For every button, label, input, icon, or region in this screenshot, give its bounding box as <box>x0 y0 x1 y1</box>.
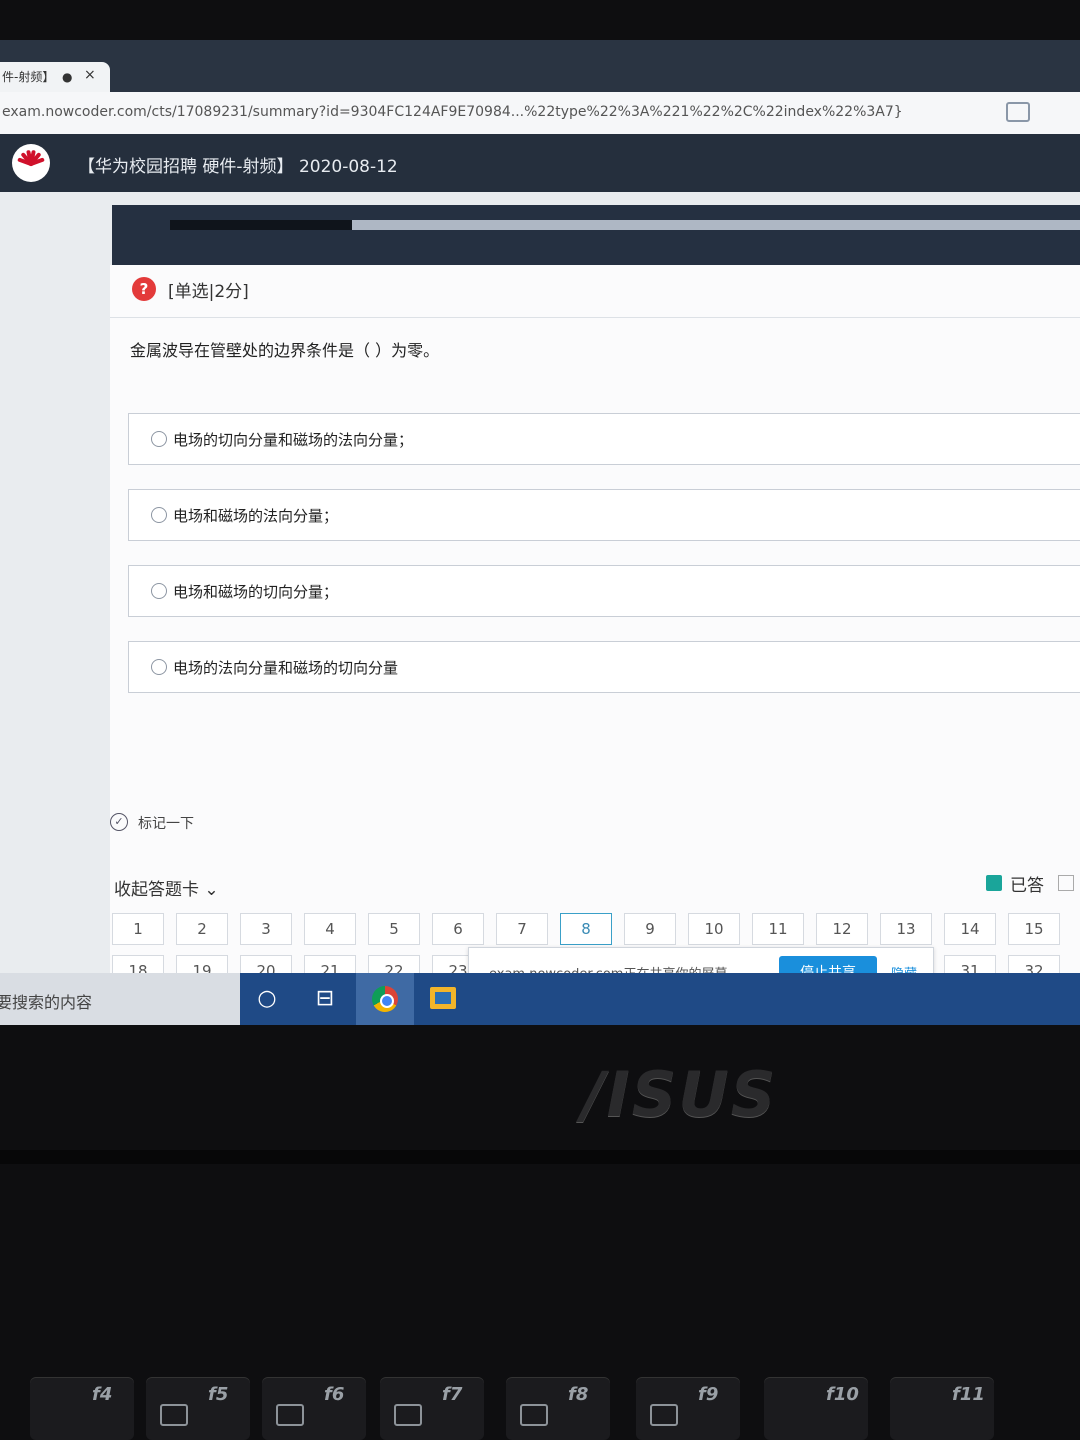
exam-header: 【华为校园招聘 硬件-射频】 2020-08-12 <box>0 134 1080 192</box>
exam-progress-fill <box>170 220 352 230</box>
browser-tab[interactable]: 件-射频】 ● × <box>0 62 110 92</box>
question-card: ? [单选|2分] 金属波导在管壁处的边界条件是（ ）为零。 电场的切向分量和磁… <box>110 265 1080 1025</box>
question-number-cell-12[interactable]: 12 <box>816 913 868 945</box>
task-view-icon[interactable]: ⊟ <box>296 973 354 1025</box>
question-number-cell-14[interactable]: 14 <box>944 913 996 945</box>
huawei-logo <box>12 144 50 182</box>
chrome-taskbar-button[interactable] <box>356 973 414 1025</box>
laptop-hinge <box>0 1150 1080 1164</box>
key-f5[interactable]: f5 <box>146 1378 250 1440</box>
exam-banner <box>112 205 1080 265</box>
option-c[interactable]: 电场和磁场的切向分量； <box>128 565 1080 617</box>
question-number-cell-11[interactable]: 11 <box>752 913 804 945</box>
question-number-cell-4[interactable]: 4 <box>304 913 356 945</box>
radio-icon[interactable] <box>151 583 167 599</box>
collapse-label: 收起答题卡 <box>114 880 199 900</box>
check-circle-icon: ✓ <box>110 813 128 831</box>
file-explorer-icon <box>430 987 456 1009</box>
option-label: 电场的法向分量和磁场的切向分量 <box>173 659 399 677</box>
collapse-answer-card-button[interactable]: 收起答题卡 ⌄ <box>114 875 219 900</box>
option-d[interactable]: 电场的法向分量和磁场的切向分量 <box>128 641 1080 693</box>
key-f6[interactable]: f6 <box>262 1378 366 1440</box>
unanswered-legend-swatch <box>1058 875 1074 891</box>
key-f7[interactable]: f7 <box>380 1378 484 1440</box>
question-number-cell-3[interactable]: 3 <box>240 913 292 945</box>
question-text: 金属波导在管壁处的边界条件是（ ）为零。 <box>130 341 440 360</box>
address-bar[interactable]: exam.nowcoder.com/cts/17089231/summary?i… <box>0 92 1080 135</box>
question-number-cell-10[interactable]: 10 <box>688 913 740 945</box>
brightness-down-icon <box>160 1404 188 1426</box>
chrome-icon <box>372 986 398 1012</box>
question-number-cell-7[interactable]: 7 <box>496 913 548 945</box>
key-f9[interactable]: f9 <box>636 1378 740 1440</box>
tab-title: 件-射频】 <box>2 70 55 84</box>
exam-progress-bar <box>170 220 1080 230</box>
display-off-icon <box>394 1404 422 1426</box>
question-number-cell-6[interactable]: 6 <box>432 913 484 945</box>
keyboard: f4 f5 f6 f7 f8 f9 f10 f11 <box>0 1360 1080 1440</box>
browser-tab-bar: 件-射频】 ● × <box>0 40 1080 92</box>
option-label: 电场的切向分量和磁场的法向分量； <box>173 431 414 449</box>
question-number-cell-13[interactable]: 13 <box>880 913 932 945</box>
projector-icon <box>520 1404 548 1426</box>
option-label: 电场和磁场的切向分量； <box>173 583 339 601</box>
divider <box>110 317 1080 318</box>
page-title: 【华为校园招聘 硬件-射频】 2020-08-12 <box>78 157 398 177</box>
cast-icon[interactable] <box>1006 102 1030 122</box>
radio-icon[interactable] <box>151 659 167 675</box>
key-f8[interactable]: f8 <box>506 1378 610 1440</box>
recording-dot-icon: ● <box>62 70 73 84</box>
question-number-cell-1[interactable]: 1 <box>112 913 164 945</box>
question-type: [单选|2分] <box>168 282 249 302</box>
search-placeholder: 要搜索的内容 <box>0 993 93 1012</box>
radio-icon[interactable] <box>151 431 167 447</box>
question-number-cell-5[interactable]: 5 <box>368 913 420 945</box>
taskbar-search-box[interactable]: 要搜索的内容 <box>0 973 240 1025</box>
option-label: 电场和磁场的法向分量； <box>173 507 339 525</box>
option-b[interactable]: 电场和磁场的法向分量； <box>128 489 1080 541</box>
tab-close-icon[interactable]: × <box>84 67 96 83</box>
windows-taskbar: 要搜索的内容 ○ ⊟ <box>0 973 1080 1025</box>
question-number-cell-8[interactable]: 8 <box>560 913 612 945</box>
answered-legend-label: 已答 <box>1010 876 1044 896</box>
question-number-cell-9[interactable]: 9 <box>624 913 676 945</box>
cortana-circle-icon[interactable]: ○ <box>238 973 296 1025</box>
question-number-cell-15[interactable]: 15 <box>1008 913 1060 945</box>
option-a[interactable]: 电场的切向分量和磁场的法向分量； <box>128 413 1080 465</box>
mark-label: 标记一下 <box>138 816 194 832</box>
radio-icon[interactable] <box>151 507 167 523</box>
file-explorer-taskbar-button[interactable] <box>414 973 472 1025</box>
key-f11[interactable]: f11 <box>890 1378 994 1440</box>
laptop-screen: 件-射频】 ● × exam.nowcoder.com/cts/17089231… <box>0 40 1080 1025</box>
chevron-down-icon: ⌄ <box>204 880 219 900</box>
answered-legend-swatch <box>986 875 1002 891</box>
url-text[interactable]: exam.nowcoder.com/cts/17089231/summary?i… <box>2 104 1032 120</box>
key-f10[interactable]: f10 <box>764 1378 868 1440</box>
asus-logo: /ISUS <box>582 1058 778 1131</box>
brightness-up-icon <box>276 1404 304 1426</box>
question-icon: ? <box>132 277 156 301</box>
question-number-cell-2[interactable]: 2 <box>176 913 228 945</box>
key-f4[interactable]: f4 <box>30 1378 134 1440</box>
touchpad-icon <box>650 1404 678 1426</box>
